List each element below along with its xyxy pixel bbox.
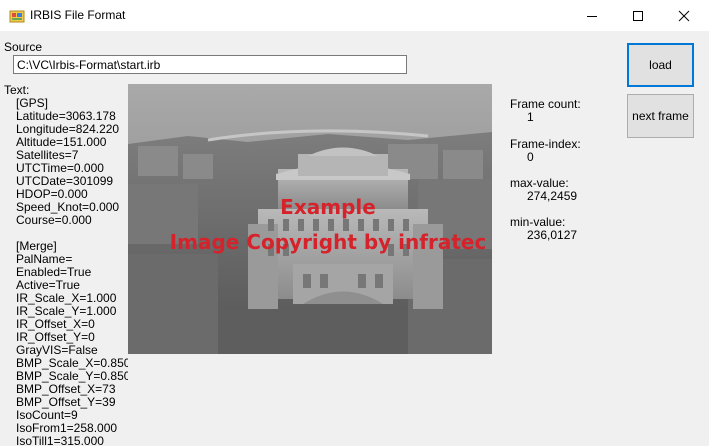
min-value: 236,0127 [527,228,578,242]
max-value: 274,2459 [527,189,578,203]
minimize-icon [587,15,597,17]
plaza [218,309,408,354]
frame-count-value: 1 [527,110,534,124]
frame-index-label: Frame-index: [510,137,581,151]
close-button[interactable] [661,0,707,31]
close-icon [678,10,690,21]
title-bar: IRBIS File Format [0,0,709,31]
next-frame-button[interactable]: next frame [627,94,694,138]
minimize-button[interactable] [569,0,615,31]
gps-course: Course=0.000 [16,213,92,227]
app-icon [9,10,25,23]
max-value-label: max-value: [510,176,569,190]
frame-index-value: 0 [527,150,534,164]
min-value-label: min-value: [510,215,566,229]
source-path-input[interactable] [13,55,407,74]
load-button[interactable]: load [627,43,694,87]
maximize-button[interactable] [615,0,661,31]
frame-count-label: Frame count: [510,97,581,111]
window-title: IRBIS File Format [30,8,126,22]
watermark-example: Example [280,195,376,219]
watermark-copyright: Image Copyright by infratec [169,230,487,254]
source-label: Source [4,40,43,54]
maximize-icon [633,10,643,21]
merge-isotill1: IsoTill1=315.000 [16,434,104,446]
metadata-text-panel[interactable]: Text: [GPS] Latitude=3063.178 Longitude=… [4,84,128,446]
thermal-image[interactable] [128,84,492,354]
